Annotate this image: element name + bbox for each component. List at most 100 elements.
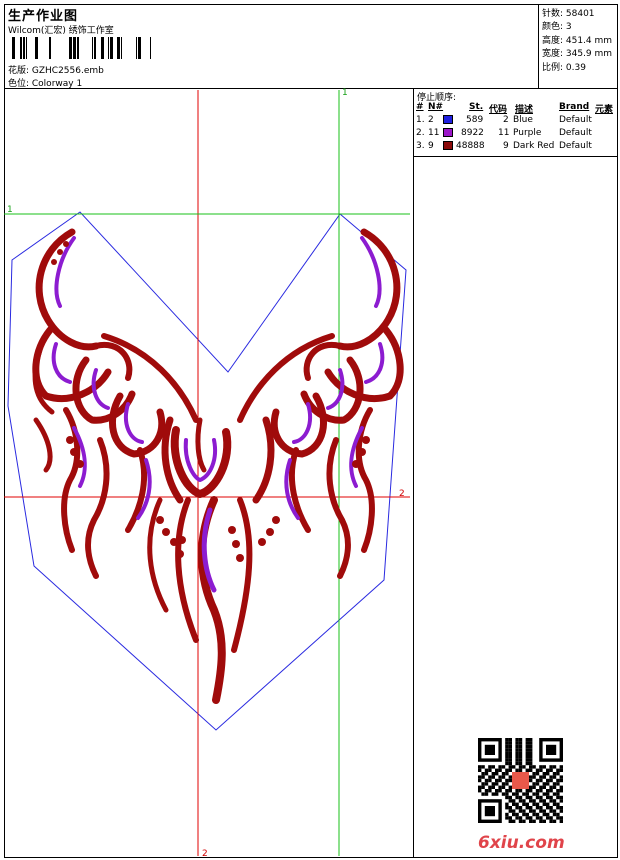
qr-module <box>512 819 516 823</box>
qr-module <box>532 812 536 817</box>
qr-module <box>535 795 540 800</box>
qr-module <box>529 738 533 742</box>
qr-module <box>505 748 509 752</box>
qr-module <box>484 778 489 783</box>
qr-module <box>525 761 529 766</box>
qr-module <box>515 795 519 800</box>
qr-module <box>535 802 540 806</box>
qr-module <box>505 782 509 786</box>
motif-right-half <box>237 228 404 579</box>
qr-module <box>515 741 519 745</box>
qr-module <box>515 816 519 820</box>
qr-module <box>559 816 563 820</box>
qr-module <box>559 765 563 769</box>
qr-module <box>529 768 533 772</box>
qr-module <box>515 806 519 810</box>
qr-module <box>491 792 495 796</box>
qr-module <box>484 772 489 776</box>
qr-module <box>498 765 502 769</box>
qr-module <box>539 785 543 789</box>
qr-module <box>542 785 546 789</box>
qr-module <box>525 755 529 759</box>
qr-module <box>549 819 553 823</box>
qr-module <box>559 809 563 813</box>
qr-module <box>525 812 529 817</box>
qr-module <box>532 782 536 786</box>
qr-module <box>498 778 502 783</box>
qr-module <box>529 748 533 752</box>
qr-module <box>518 755 523 759</box>
qr-module <box>532 765 536 769</box>
qr-module <box>505 751 509 755</box>
qr-module <box>515 748 519 752</box>
qr-module <box>542 802 546 806</box>
qr-module <box>529 755 533 759</box>
qr-module <box>508 765 512 769</box>
qr-module <box>512 765 516 769</box>
qr-module <box>518 765 523 769</box>
qr-module <box>549 785 553 789</box>
qr-module <box>505 778 509 783</box>
qr-module <box>505 758 509 762</box>
qr-module <box>505 789 509 793</box>
qr-module <box>532 802 536 806</box>
qr-module <box>505 792 509 796</box>
qr-module <box>512 802 516 806</box>
qr-module <box>522 812 526 817</box>
qr-module <box>508 758 512 762</box>
qr-module <box>529 809 533 813</box>
qr-module <box>505 761 509 766</box>
qr-module <box>481 782 485 786</box>
qr-module <box>518 761 523 766</box>
qr-module <box>542 812 546 817</box>
qr-module <box>556 792 560 796</box>
qr-module <box>549 778 553 783</box>
qr-module <box>535 806 540 810</box>
qr-module <box>481 775 485 779</box>
qr-module <box>542 775 546 779</box>
qr-module <box>532 799 536 803</box>
qr-module <box>556 795 560 800</box>
qr-module <box>549 765 553 769</box>
qr-module <box>478 789 482 793</box>
qr-module <box>505 795 509 800</box>
qr-module <box>505 812 509 817</box>
qr-module <box>549 809 553 813</box>
qr-finder <box>484 744 495 755</box>
qr-module <box>522 799 526 803</box>
qr-module <box>484 789 489 793</box>
qr-module <box>518 809 523 813</box>
qr-module <box>525 751 529 755</box>
qr-module <box>512 799 516 803</box>
qr-module <box>508 741 512 745</box>
qr-module <box>549 789 553 793</box>
qr-module <box>488 778 492 783</box>
qr-module <box>525 748 529 752</box>
qr-module <box>552 792 557 796</box>
qr-module <box>484 792 489 796</box>
qr-module <box>529 806 533 810</box>
qr-module <box>559 799 563 803</box>
qr-module <box>505 816 509 820</box>
qr-module <box>546 768 550 772</box>
qr-module <box>484 782 489 786</box>
qr-module <box>556 789 560 793</box>
qr-module <box>525 768 529 772</box>
qr-module <box>546 806 550 810</box>
qr-module <box>495 789 499 793</box>
qr-module <box>488 768 492 772</box>
qr-module <box>515 738 519 742</box>
qr-module <box>529 785 533 789</box>
qr-module <box>542 819 546 823</box>
qr-module <box>491 782 495 786</box>
qr-module <box>535 816 540 820</box>
embroidery-design-canvas: 1 1 2 2 6xiu.com <box>4 88 565 859</box>
qr-module <box>539 778 543 783</box>
qr-module <box>484 768 489 772</box>
qr-module <box>495 778 499 783</box>
qr-module <box>529 758 533 762</box>
qr-module <box>529 775 533 779</box>
qr-module <box>515 751 519 755</box>
qr-module <box>481 772 485 776</box>
qr-module <box>539 765 543 769</box>
